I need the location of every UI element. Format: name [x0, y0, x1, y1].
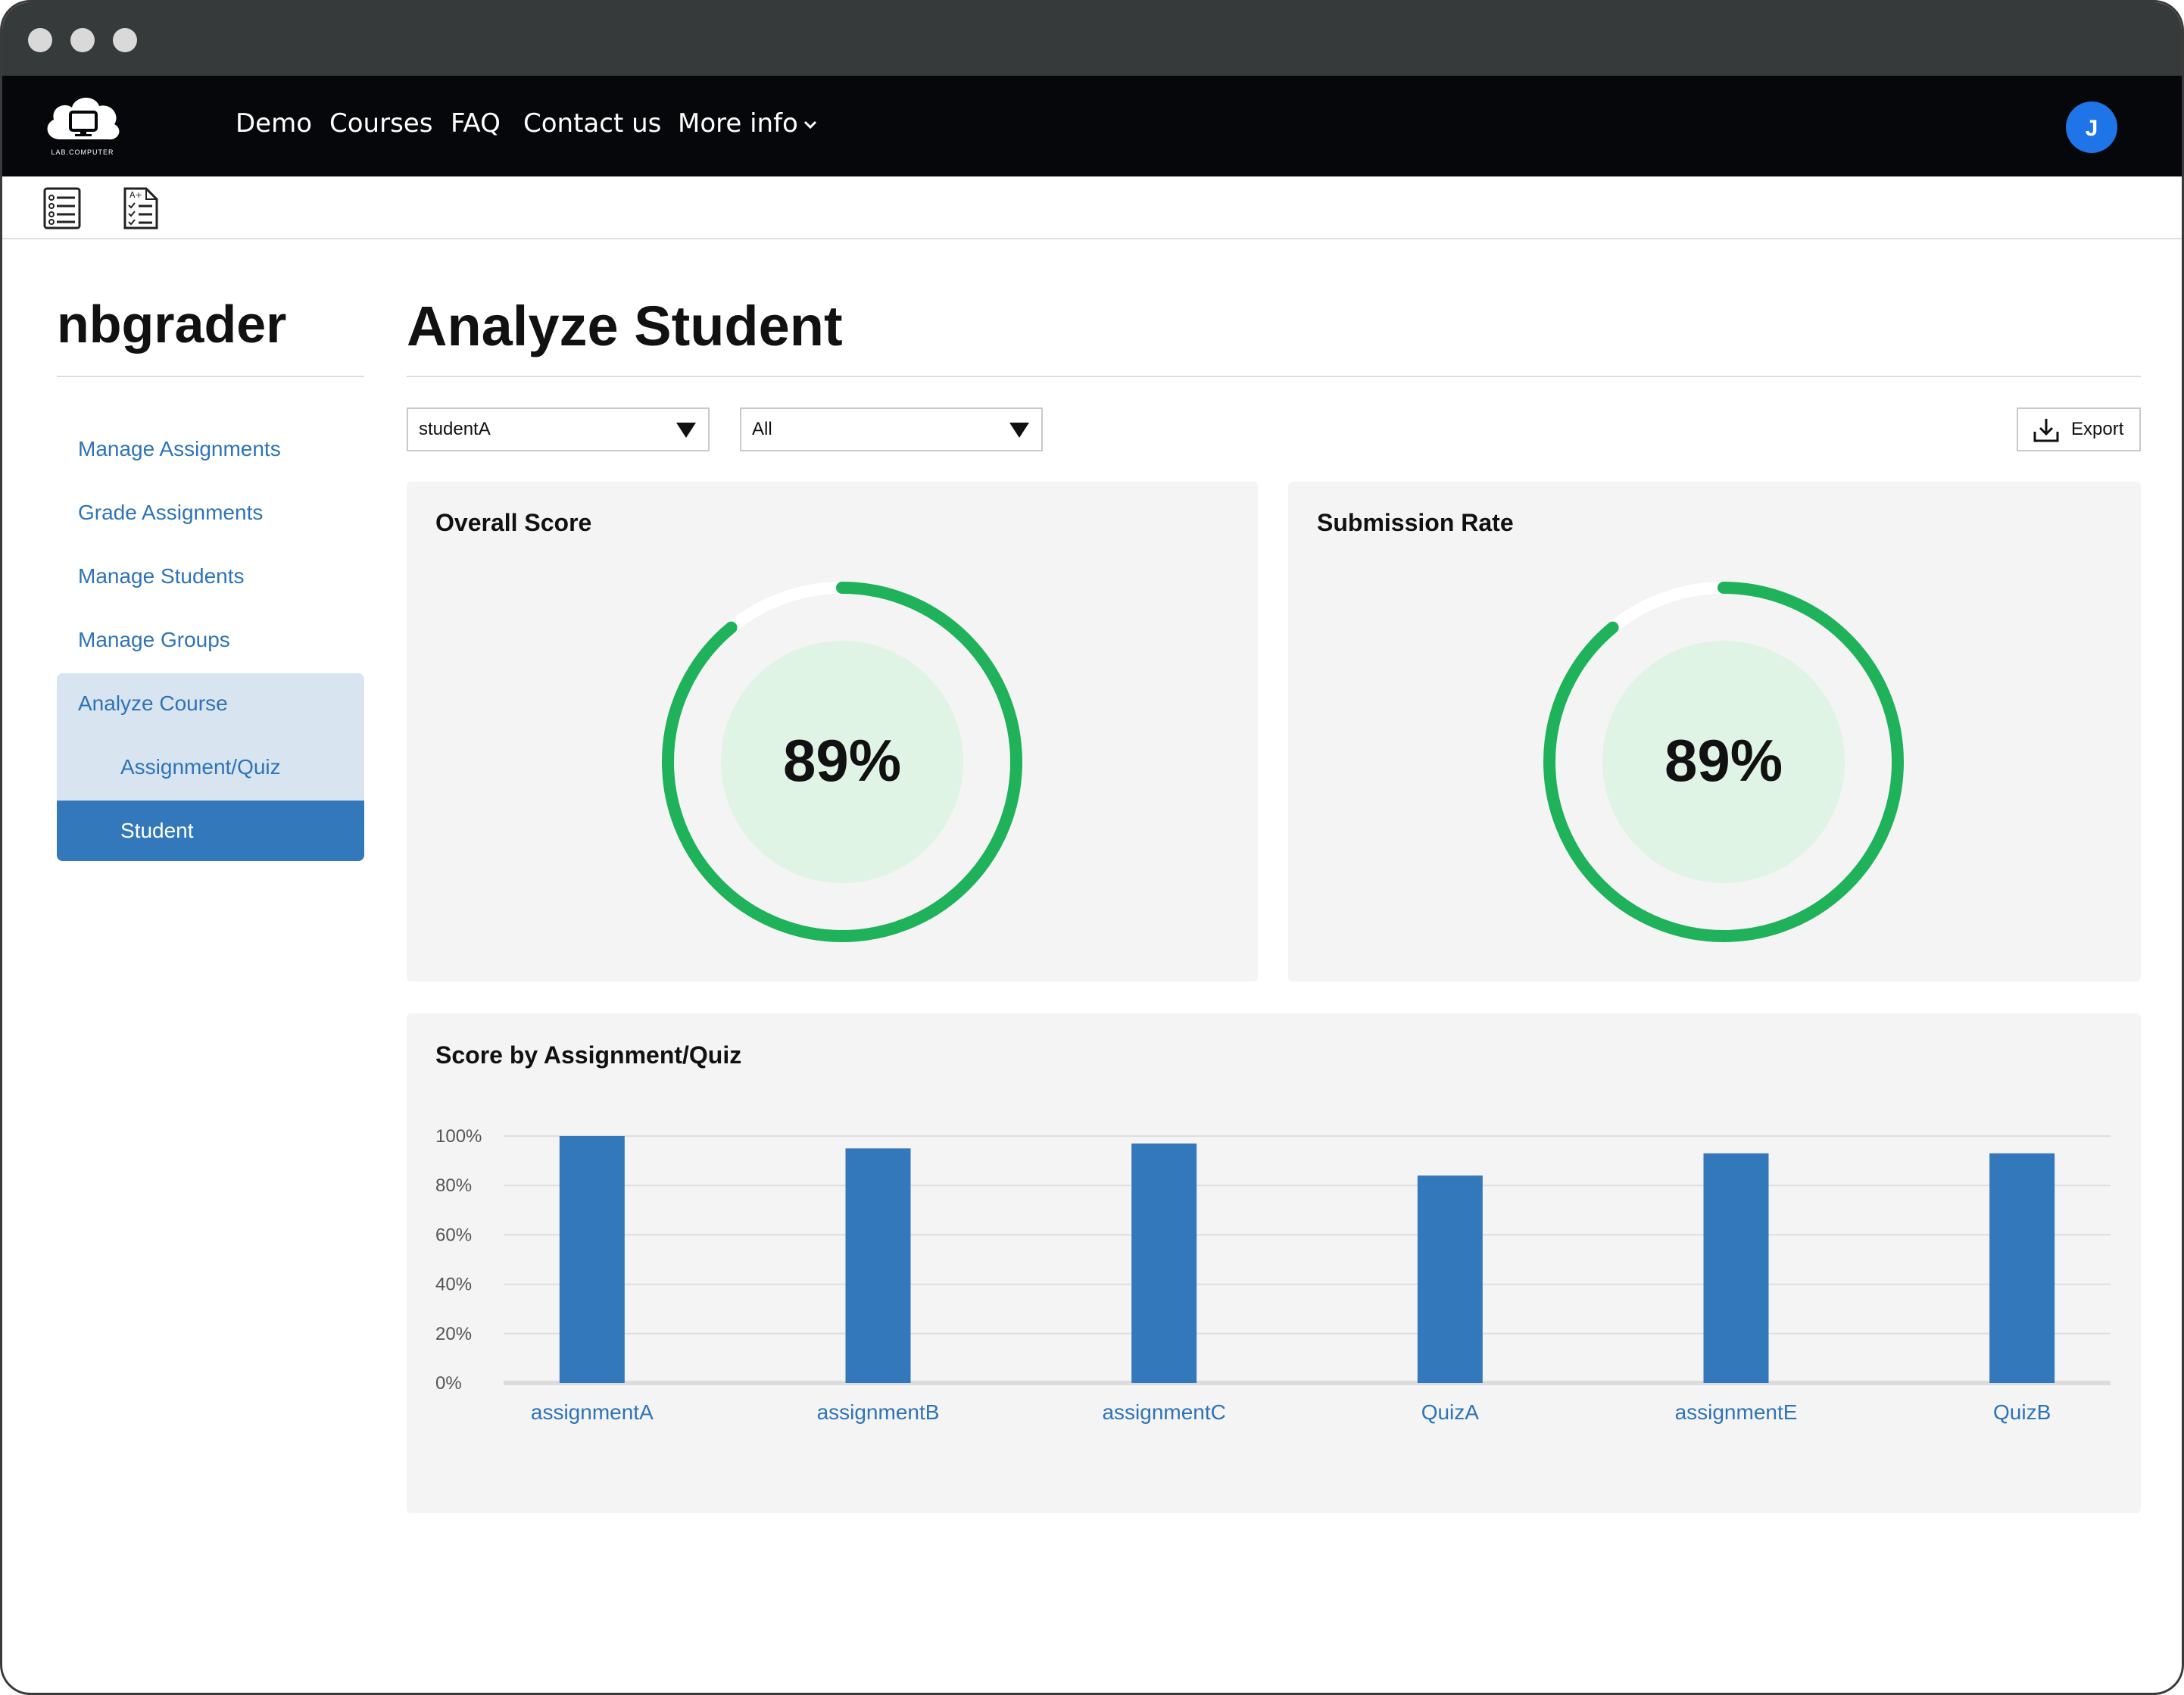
sidebar-item-manage-groups[interactable]: Manage Groups: [57, 610, 364, 670]
export-label: Export: [2071, 419, 2124, 439]
y-tick-label: 100%: [435, 1126, 482, 1147]
cloud-monitor-icon: [47, 97, 120, 140]
chart-bar[interactable]: [1989, 1153, 2055, 1383]
submission-rate-title: Submission Rate: [1317, 509, 1514, 536]
x-tick-label[interactable]: assignmentE: [1675, 1400, 1798, 1424]
chart-bar[interactable]: [1131, 1143, 1197, 1383]
sidebar-subitem-assignment-quiz[interactable]: Assignment/Quiz: [57, 737, 364, 798]
nav-contact-us[interactable]: Contact us: [523, 108, 661, 139]
submission-rate-card: Submission Rate 89%: [1288, 482, 2141, 982]
y-tick-label: 80%: [435, 1175, 472, 1196]
score-bar-chart: Score by Assignment/Quiz 0% 20% 40% 60% 80% 1…: [435, 1041, 2111, 1424]
top-navbar: LAB.COMPUTER Demo Courses FAQ Contact us…: [2, 76, 2182, 176]
page-title: Analyze Student: [407, 295, 843, 357]
x-tick-label[interactable]: assignmentA: [531, 1400, 654, 1424]
student-select[interactable]: studentA: [407, 407, 710, 451]
overall-score-ring: 89%: [662, 582, 1022, 942]
nav-more-info[interactable]: More info: [678, 108, 818, 139]
sidebar-subitem-student[interactable]: Student: [57, 801, 364, 861]
chart-bar[interactable]: [559, 1136, 625, 1383]
sidebar-item-analyze-course[interactable]: Analyze Course: [57, 673, 364, 734]
chart-bar[interactable]: [845, 1148, 911, 1383]
user-avatar[interactable]: J: [2066, 101, 2117, 153]
svg-text:A+: A+: [129, 190, 142, 200]
nav-courses[interactable]: Courses: [329, 108, 432, 139]
list-icon[interactable]: [42, 186, 84, 231]
nav-demo[interactable]: Demo: [236, 108, 312, 139]
student-select-value: studentA: [419, 419, 491, 439]
checklist-icon[interactable]: A+: [120, 186, 163, 231]
lab-computer-logo[interactable]: LAB.COMPUTER: [37, 85, 128, 161]
download-icon: [2033, 419, 2059, 442]
nav-more-info-label: More info: [678, 108, 798, 139]
submission-rate-ring: 89%: [1543, 582, 1904, 942]
chart-bar[interactable]: [1703, 1153, 1769, 1383]
tool-strip: A+: [2, 176, 2182, 239]
y-tick-label: 60%: [435, 1225, 472, 1245]
x-tick-label[interactable]: QuizB: [1993, 1400, 2051, 1424]
y-tick-label: 20%: [435, 1324, 472, 1344]
export-button[interactable]: Export: [2017, 407, 2141, 451]
overall-score-card: Overall Score 89%: [407, 482, 1258, 982]
chevron-down-icon: [803, 120, 816, 129]
chart-title: Score by Assignment/Quiz: [435, 1041, 741, 1069]
window-zoom-dot[interactable]: [113, 28, 137, 52]
filter-select[interactable]: All: [740, 407, 1043, 451]
x-tick-label[interactable]: assignmentC: [1102, 1400, 1225, 1424]
title-divider: [407, 376, 2141, 377]
window-minimize-dot[interactable]: [70, 28, 95, 52]
sidebar-item-grade-assignments[interactable]: Grade Assignments: [57, 482, 364, 543]
overall-score-title: Overall Score: [435, 509, 592, 536]
filter-select-value: All: [752, 419, 772, 439]
window-close-dot[interactable]: [28, 28, 52, 52]
sidebar-item-manage-students[interactable]: Manage Students: [57, 546, 364, 607]
sidebar-divider: [57, 376, 364, 377]
logo-text: LAB.COMPUTER: [51, 148, 114, 156]
sidebar-title: nbgrader: [57, 295, 287, 354]
y-tick-label: 40%: [435, 1275, 472, 1295]
window-titlebar: [2, 2, 2182, 76]
browser-window: LAB.COMPUTER Demo Courses FAQ Contact us…: [0, 0, 2184, 1695]
sidebar-item-manage-assignments[interactable]: Manage Assignments: [57, 419, 364, 479]
chart-bar[interactable]: [1417, 1175, 1483, 1383]
caret-down-icon: [1009, 423, 1029, 438]
nav-faq[interactable]: FAQ: [451, 108, 501, 139]
y-tick-label: 0%: [435, 1373, 462, 1394]
submission-rate-value: 89%: [1665, 727, 1783, 794]
overall-score-value: 89%: [783, 727, 901, 794]
x-tick-label[interactable]: assignmentB: [817, 1400, 940, 1424]
caret-down-icon: [676, 423, 696, 438]
x-tick-label[interactable]: QuizA: [1421, 1400, 1480, 1424]
score-by-assignment-card: Score by Assignment/Quiz 0% 20% 40% 60% 80% 1…: [407, 1013, 2141, 1513]
